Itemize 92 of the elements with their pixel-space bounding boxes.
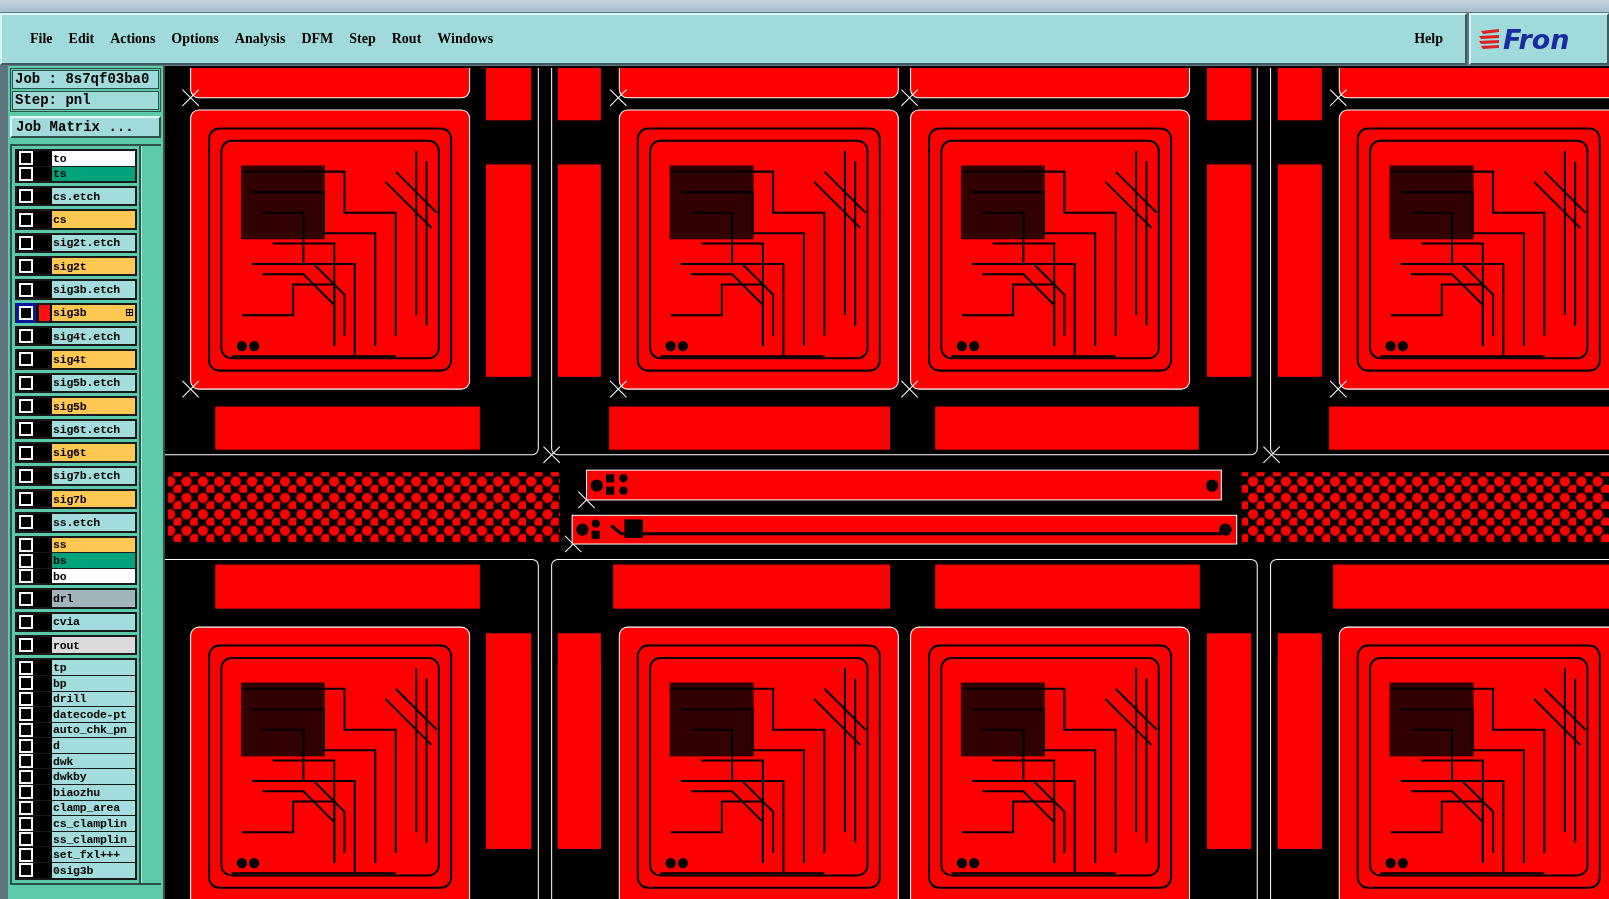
menu-item[interactable]: File xyxy=(22,29,61,49)
layer-name[interactable]: sig2t.etch xyxy=(52,234,135,252)
layer-checkbox[interactable] xyxy=(19,569,33,584)
layer-name[interactable]: dwk xyxy=(52,753,135,769)
menu-item[interactable]: DFM xyxy=(293,29,342,49)
layer-checkbox[interactable] xyxy=(19,189,33,204)
layer-name[interactable]: cvia xyxy=(52,613,135,630)
layer-checkbox[interactable] xyxy=(19,492,33,507)
layer-name[interactable]: biaozhu xyxy=(52,785,135,800)
layer-checkbox[interactable] xyxy=(19,422,33,437)
layer-name[interactable]: bp xyxy=(52,675,135,691)
layer-checkbox[interactable] xyxy=(19,816,33,831)
layer-checkbox[interactable] xyxy=(19,151,33,166)
layer-name[interactable]: dwkby xyxy=(52,769,135,785)
layer-name[interactable]: cs xyxy=(52,211,135,228)
help-menu[interactable]: Help xyxy=(1406,29,1451,49)
layer-checkbox[interactable] xyxy=(19,259,33,274)
layer-checkbox[interactable] xyxy=(19,723,33,737)
menu-item[interactable]: Windows xyxy=(429,29,502,49)
layer-name[interactable]: sig4t xyxy=(52,351,135,368)
layer-name[interactable]: bs xyxy=(52,553,135,568)
layer-name[interactable]: tp xyxy=(52,660,135,675)
layer-name[interactable]: sig7b xyxy=(52,491,135,508)
layer-checkbox[interactable] xyxy=(19,738,33,753)
layer-checkbox[interactable] xyxy=(19,537,33,552)
job-matrix-button[interactable]: Job Matrix ... xyxy=(10,116,161,138)
layer-checkbox[interactable] xyxy=(19,212,33,227)
layer-checkbox[interactable] xyxy=(19,785,33,800)
layer-checkbox[interactable] xyxy=(19,445,33,460)
menu-item[interactable]: Options xyxy=(163,29,227,49)
layer-checkbox[interactable] xyxy=(19,800,33,815)
menu-item[interactable]: Rout xyxy=(383,29,430,49)
layer-checkbox[interactable] xyxy=(19,352,33,367)
layer-checkbox[interactable] xyxy=(19,691,33,706)
layer-checkbox[interactable] xyxy=(19,166,33,181)
layer-name[interactable]: cs.etch xyxy=(52,188,135,205)
layer-checkbox[interactable] xyxy=(19,553,33,568)
layer-checkbox[interactable] xyxy=(19,614,33,629)
pcb-panel-drawing[interactable] xyxy=(165,68,1609,899)
layer-name[interactable]: bo xyxy=(52,568,135,584)
speed-lines-icon xyxy=(1479,28,1501,50)
layer-name[interactable]: sig2t xyxy=(52,258,135,275)
layer-name[interactable]: drl xyxy=(52,590,135,607)
display-swatch[interactable] xyxy=(39,304,50,321)
logo-text: Fron xyxy=(1503,23,1570,55)
grid-icon xyxy=(126,309,133,317)
layer-name[interactable]: sig5b xyxy=(52,397,135,415)
layer-name[interactable]: sig3b xyxy=(52,304,135,321)
layer-checkbox[interactable] xyxy=(19,282,33,297)
layer-name[interactable]: cs_clamplin xyxy=(52,816,135,831)
layer-checkbox[interactable] xyxy=(19,707,33,722)
menu-item[interactable]: Analysis xyxy=(226,29,294,49)
layer-name[interactable]: sig6t xyxy=(52,444,135,461)
layer-checkbox[interactable] xyxy=(19,847,33,862)
layer-checkbox[interactable] xyxy=(19,754,33,769)
layer-name[interactable]: sig5b.etch xyxy=(52,374,135,391)
layer-name[interactable]: 0sig3b xyxy=(52,863,135,878)
layer-name[interactable]: datecode-pt xyxy=(52,707,135,722)
menu-item[interactable]: Step xyxy=(341,29,384,49)
layer-checkbox[interactable] xyxy=(19,832,33,847)
layer-name[interactable]: ss.etch xyxy=(52,514,135,531)
layer-name[interactable]: to xyxy=(52,151,135,166)
menu-item[interactable]: Edit xyxy=(60,29,103,49)
layer-name[interactable]: drill xyxy=(52,691,135,707)
menu-item[interactable]: Actions xyxy=(102,29,164,49)
layer-name[interactable]: ts xyxy=(52,166,135,182)
layer-name[interactable]: sig6t.etch xyxy=(52,421,135,438)
layer-checkbox[interactable] xyxy=(19,305,33,320)
layer-name[interactable]: ss xyxy=(52,537,135,553)
layer-name[interactable]: sig7b.etch xyxy=(52,467,135,485)
layer-checkbox[interactable] xyxy=(19,769,33,784)
layer-checkbox[interactable] xyxy=(19,375,33,390)
layer-checkbox[interactable] xyxy=(19,329,33,344)
step-name: Step: pnl xyxy=(12,91,159,110)
layer-checkbox[interactable] xyxy=(19,468,33,483)
layer-name[interactable]: rout xyxy=(52,637,135,654)
layer-name[interactable]: sig4t.etch xyxy=(52,327,135,345)
layer-checkbox[interactable] xyxy=(19,638,33,653)
layer-checkbox[interactable] xyxy=(19,399,33,413)
layer-checkbox[interactable] xyxy=(19,591,33,606)
layer-name[interactable]: set_fxl+++ xyxy=(52,847,135,863)
layer-name[interactable]: ss_clamplin xyxy=(52,831,135,847)
layer-checkbox[interactable] xyxy=(19,863,33,878)
layer-name[interactable]: clamp_area xyxy=(52,800,135,816)
job-name: Job : 8s7qf03ba0 xyxy=(12,70,159,89)
layer-checkbox[interactable] xyxy=(19,676,33,691)
layer-name[interactable]: d xyxy=(52,738,135,753)
layer-name[interactable]: auto_chk_pn xyxy=(52,722,135,738)
layer-checkbox[interactable] xyxy=(19,515,33,530)
layer-checkbox[interactable] xyxy=(19,660,33,675)
layer-checkbox[interactable] xyxy=(19,235,33,250)
layer-name[interactable]: sig3b.etch xyxy=(52,281,135,298)
